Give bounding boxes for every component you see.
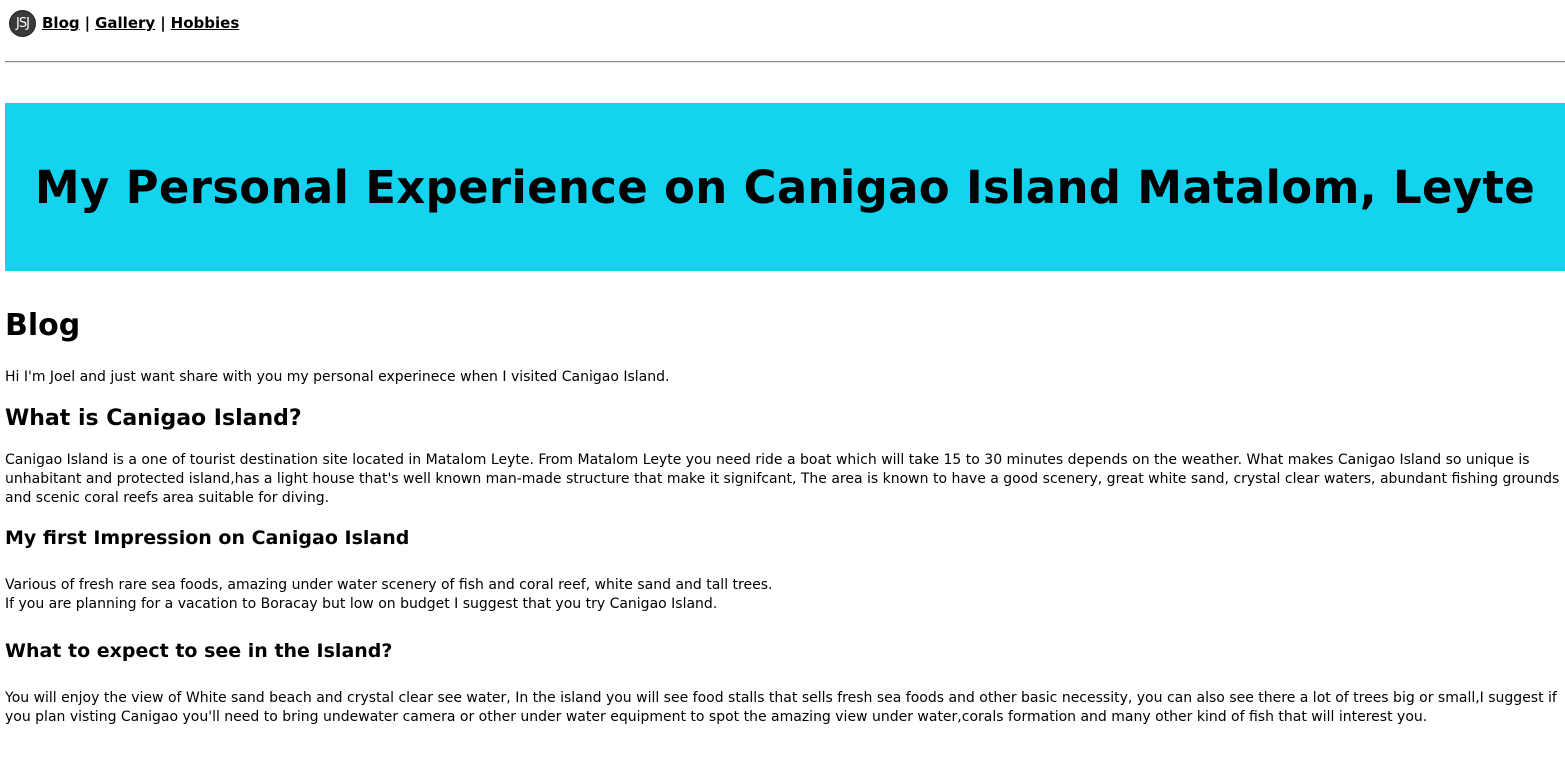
header-divider bbox=[5, 61, 1565, 63]
logo-text: JSJ bbox=[16, 15, 30, 31]
section-paragraph: If you are planning for a vacation to Bo… bbox=[5, 596, 718, 613]
section-heading-first-impression: My first Impression on Canigao Island bbox=[5, 527, 410, 550]
section-heading-what-is: What is Canigao Island? bbox=[5, 406, 302, 431]
nav-link-blog[interactable]: Blog bbox=[42, 14, 80, 32]
blog-content: Blog Hi I'm Joel and just want share wit… bbox=[5, 308, 1561, 727]
intro-paragraph: Hi I'm Joel and just want share with you… bbox=[5, 369, 670, 385]
section-paragraph: Canigao Island is a one of tourist desti… bbox=[5, 452, 1560, 507]
blog-heading: Blog bbox=[5, 308, 81, 343]
hero-banner: My Personal Experience on Canigao Island… bbox=[5, 103, 1565, 271]
site-logo[interactable]: JSJ bbox=[9, 9, 36, 37]
nav-link-hobbies[interactable]: Hobbies bbox=[171, 14, 240, 32]
nav-separator: | bbox=[160, 14, 166, 32]
section-heading-what-to-expect: What to expect to see in the Island? bbox=[5, 640, 393, 663]
section-paragraph: Various of fresh rare sea foods, amazing… bbox=[5, 577, 773, 594]
nav-link-gallery[interactable]: Gallery bbox=[95, 14, 155, 32]
section-paragraph: You will enjoy the view of White sand be… bbox=[5, 689, 1557, 725]
top-nav: JSJ Blog | Gallery | Hobbies bbox=[9, 9, 239, 37]
page-title: My Personal Experience on Canigao Island… bbox=[34, 160, 1536, 214]
nav-separator: | bbox=[84, 14, 91, 32]
